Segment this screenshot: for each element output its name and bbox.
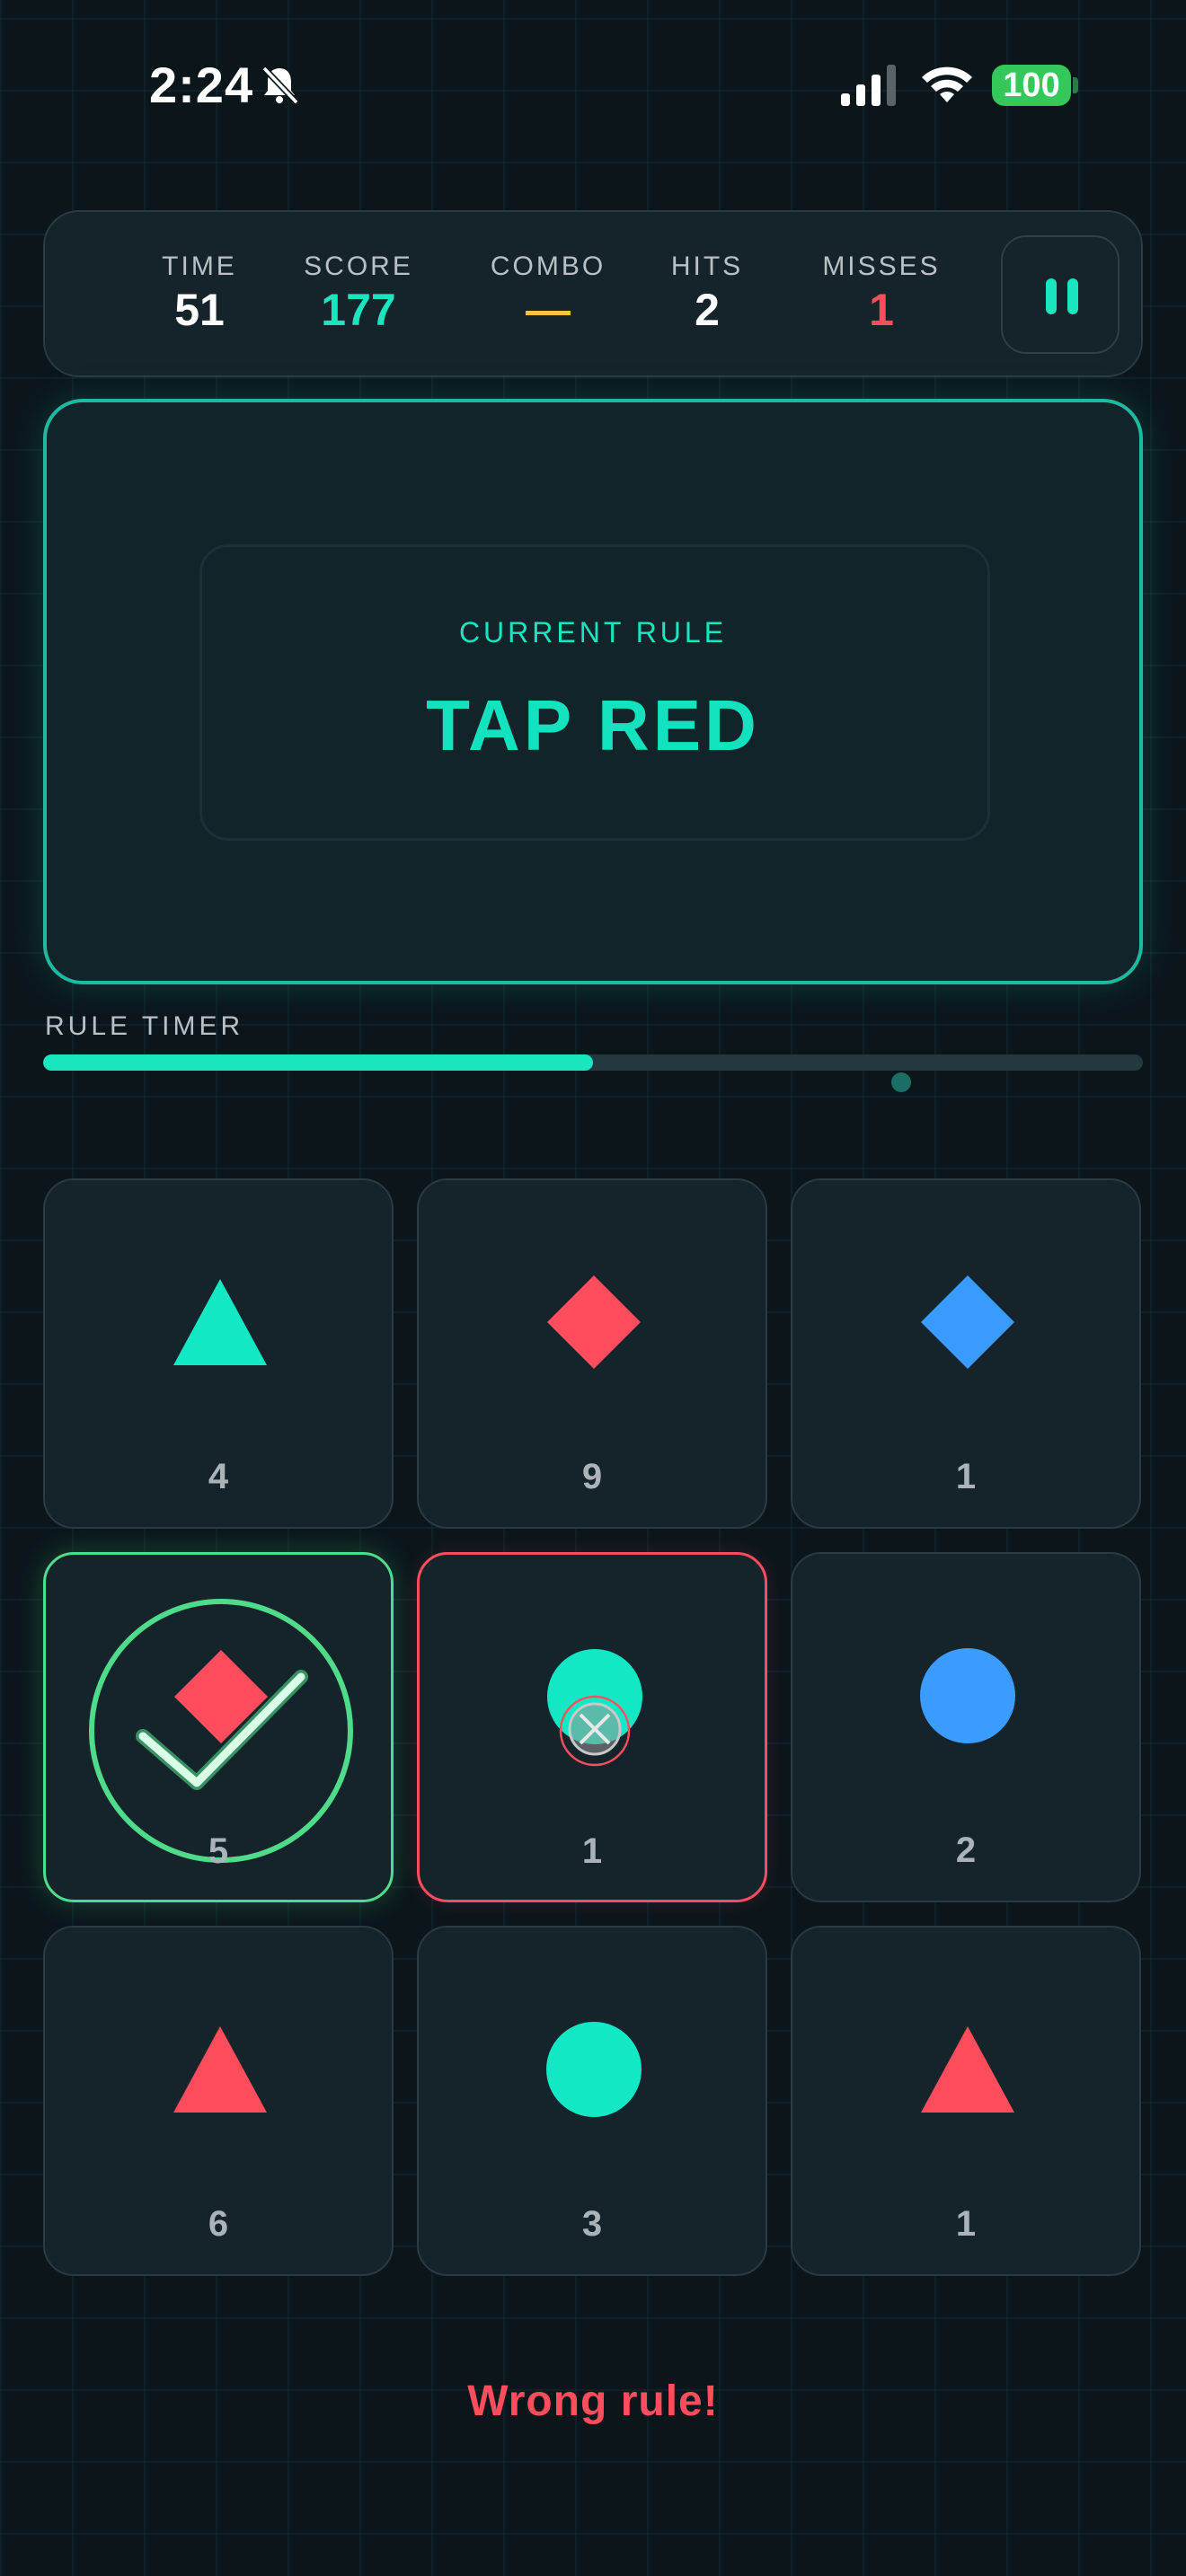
tile-number: 1 <box>581 1831 603 1871</box>
stat-label: SCORE <box>304 251 413 281</box>
stat-label: COMBO <box>490 251 606 281</box>
diamond-shape <box>921 1275 1014 1369</box>
tile-6[interactable]: 2 <box>791 1552 1141 1902</box>
rule-text: TAP RED <box>426 685 760 765</box>
hud-panel: TIME 51 SCORE 177 COMBO — HITS 2 MISSES … <box>43 210 1143 377</box>
tile-number: 2 <box>955 1831 977 1870</box>
tile-number: 5 <box>208 1831 229 1871</box>
stat-value: 2 <box>695 285 720 335</box>
stat-misses: MISSES 1 <box>796 251 967 336</box>
tile-4[interactable]: 5 <box>43 1552 394 1902</box>
battery-cap <box>1073 77 1078 93</box>
circle-shape <box>920 1648 1015 1743</box>
stat-value: 51 <box>174 285 225 335</box>
stat-value: — <box>526 285 571 335</box>
tile-number: 3 <box>581 2204 603 2244</box>
tile-number: 1 <box>955 1457 977 1496</box>
stat-hits: HITS 2 <box>649 251 766 336</box>
wifi-icon <box>922 66 972 102</box>
triangle-shape <box>173 2026 267 2113</box>
rule-timer-fill <box>43 1054 593 1071</box>
tile-3[interactable]: 1 <box>791 1178 1141 1529</box>
rule-timer-label: RULE TIMER <box>45 1011 244 1041</box>
tile-8[interactable]: 3 <box>417 1926 767 2276</box>
rule-panel: CURRENT RULE TAP RED <box>43 399 1143 984</box>
x-mark-icon <box>559 1695 631 1767</box>
status-time: 2:24 <box>149 57 254 113</box>
timer-dot <box>891 1072 911 1092</box>
game-screen: 2:24 100 TIME 51 SCORE 177 COMBO — HITS … <box>0 0 1186 2576</box>
tile-number: 4 <box>208 1457 229 1496</box>
rule-timer-bar <box>43 1054 1143 1071</box>
rule-caption: CURRENT RULE <box>458 616 728 648</box>
stat-time: TIME 51 <box>137 251 262 336</box>
stat-score: SCORE 177 <box>282 251 435 336</box>
tile-1[interactable]: 4 <box>43 1178 394 1529</box>
feedback-message: Wrong rule! <box>467 2378 719 2425</box>
stat-label: MISSES <box>822 251 941 281</box>
tile-number: 1 <box>955 2204 977 2244</box>
tile-number: 9 <box>581 1457 603 1496</box>
tile-number: 6 <box>208 2204 229 2244</box>
stat-combo: COMBO — <box>458 251 638 336</box>
battery-icon: 100 <box>992 65 1071 106</box>
stat-value: 177 <box>321 285 396 335</box>
stat-label: TIME <box>162 251 237 281</box>
stat-label: HITS <box>670 251 744 281</box>
triangle-shape <box>173 1279 267 1365</box>
tile-2[interactable]: 9 <box>417 1178 767 1529</box>
tile-7[interactable]: 6 <box>43 1926 394 2276</box>
stat-value: 1 <box>869 285 894 335</box>
diamond-shape <box>547 1275 641 1369</box>
cellular-signal-icon <box>841 65 896 106</box>
tile-9[interactable]: 1 <box>791 1926 1141 2276</box>
circle-shape <box>546 2022 642 2117</box>
tile-5[interactable]: 1 <box>417 1552 767 1902</box>
bell-slash-icon <box>261 66 299 105</box>
triangle-shape <box>921 2026 1014 2113</box>
pause-button[interactable] <box>1001 235 1120 354</box>
